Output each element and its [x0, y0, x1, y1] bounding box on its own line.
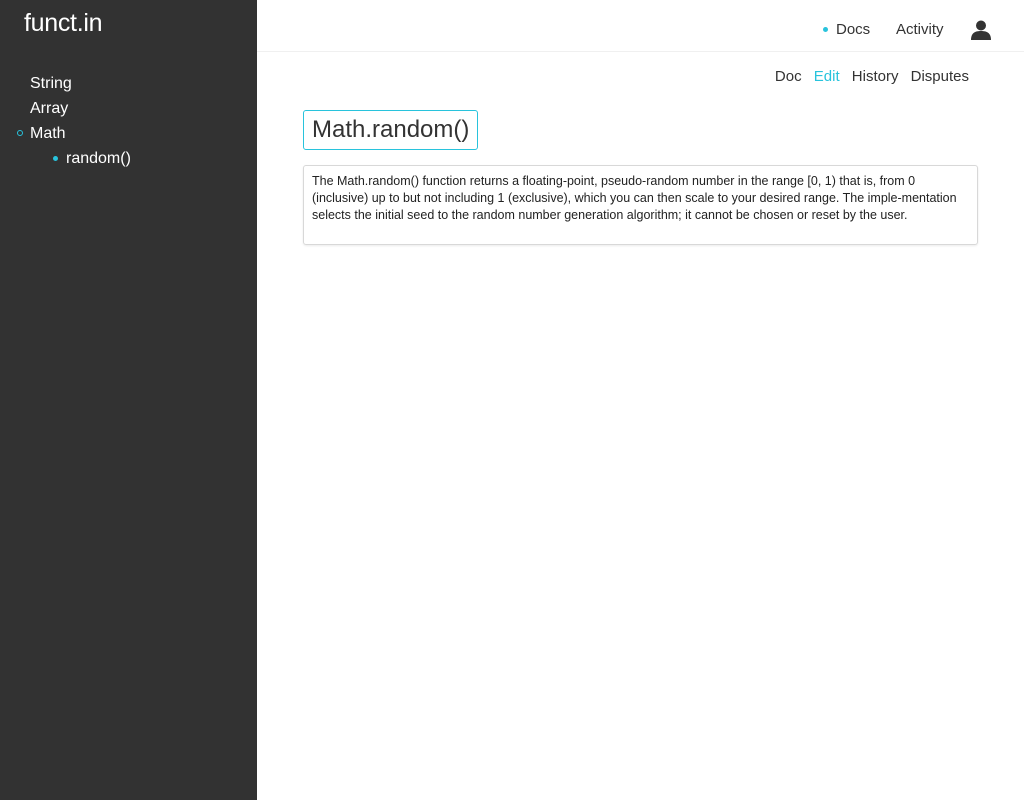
doc-description-textarea[interactable]: The Math.random() function returns a flo… — [303, 165, 978, 245]
nav-docs-link[interactable]: Docs — [823, 21, 871, 38]
tab-history[interactable]: History — [852, 68, 899, 85]
tab-edit[interactable]: Edit — [814, 68, 840, 85]
active-dot-icon — [53, 156, 58, 161]
doc-tabs: Doc Edit History Disputes — [767, 68, 969, 85]
sidebar: funct.in String Array Math random() — [0, 0, 257, 800]
doc-title-input[interactable]: Math.random() — [303, 110, 479, 150]
sidebar-item-label: Array — [30, 100, 69, 117]
sidebar-nav: String Array Math random() — [0, 71, 257, 171]
top-bar: Docs Activity — [257, 0, 1024, 52]
sidebar-item-string[interactable]: String — [0, 71, 257, 96]
nav-activity-link[interactable]: Activity — [896, 21, 944, 38]
app-logo[interactable]: funct.in — [24, 9, 103, 38]
sidebar-item-label: String — [30, 75, 72, 92]
active-dot-icon — [823, 27, 828, 32]
tab-doc[interactable]: Doc — [775, 68, 802, 85]
sidebar-item-array[interactable]: Array — [0, 96, 257, 121]
sidebar-subitem-label: random() — [66, 150, 131, 167]
expanded-ring-icon — [17, 130, 23, 136]
sidebar-subitem-random[interactable]: random() — [0, 146, 257, 171]
user-icon[interactable] — [971, 20, 991, 40]
sidebar-item-math[interactable]: Math — [0, 121, 257, 146]
tab-disputes[interactable]: Disputes — [911, 68, 969, 85]
nav-docs-label: Docs — [836, 21, 871, 38]
sidebar-item-label: Math — [30, 125, 66, 142]
